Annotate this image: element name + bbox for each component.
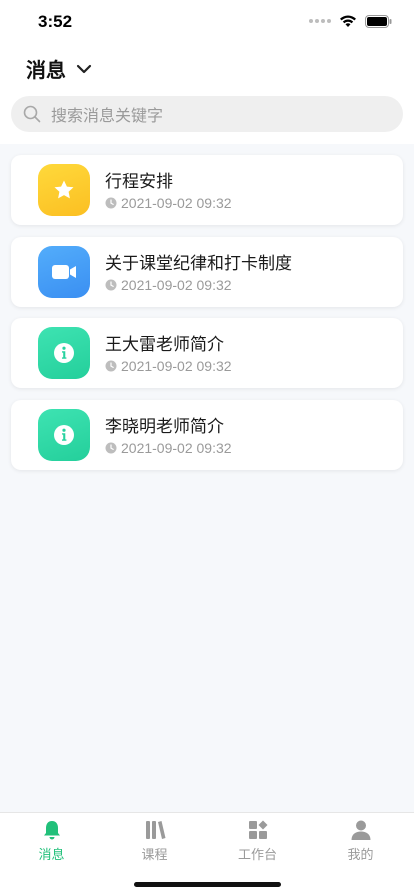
search-input[interactable]: 搜索消息关键字 — [51, 102, 163, 126]
message-title: 行程安排 — [105, 172, 173, 192]
message-card[interactable]: 关于课堂纪律和打卡制度 2021-09-02 09:32 — [11, 237, 403, 307]
status-bar: 3:52 — [0, 0, 414, 44]
clock-icon — [105, 360, 117, 372]
info-icon — [38, 409, 90, 461]
header-title-dropdown[interactable]: 消息 — [26, 54, 92, 83]
message-time: 2021-09-02 09:32 — [105, 358, 232, 374]
info-icon — [38, 327, 90, 379]
wifi-icon — [340, 15, 356, 27]
cellular-signal-icon — [309, 19, 331, 23]
tab-workbench[interactable]: 工作台 — [206, 819, 309, 869]
message-time-text: 2021-09-02 09:32 — [121, 358, 232, 374]
video-icon — [38, 246, 90, 298]
message-title: 李晓明老师简介 — [105, 417, 224, 437]
page-title: 消息 — [26, 58, 66, 82]
bell-icon — [43, 821, 60, 840]
message-time-text: 2021-09-02 09:32 — [121, 440, 232, 456]
status-icons — [309, 14, 392, 28]
message-time-text: 2021-09-02 09:32 — [121, 277, 232, 293]
tab-label: 我的 — [347, 848, 374, 863]
home-indicator — [134, 882, 281, 887]
tab-messages[interactable]: 消息 — [0, 819, 103, 869]
message-title: 王大雷老师简介 — [105, 335, 224, 355]
message-time: 2021-09-02 09:32 — [105, 195, 232, 211]
chevron-down-icon — [76, 64, 92, 73]
user-icon — [351, 820, 370, 840]
clock-icon — [105, 197, 117, 209]
workbench-icon — [248, 820, 267, 839]
message-time-text: 2021-09-02 09:32 — [121, 195, 232, 211]
tab-label: 工作台 — [237, 848, 277, 863]
search-icon — [23, 105, 41, 123]
clock-icon — [105, 442, 117, 454]
message-time: 2021-09-02 09:32 — [105, 277, 232, 293]
message-card[interactable]: 李晓明老师简介 2021-09-02 09:32 — [11, 400, 403, 470]
star-icon — [38, 164, 90, 216]
battery-icon — [365, 14, 392, 28]
message-title: 关于课堂纪律和打卡制度 — [105, 254, 292, 274]
books-icon — [145, 821, 165, 839]
message-time: 2021-09-02 09:32 — [105, 440, 232, 456]
tab-label: 消息 — [38, 848, 65, 863]
status-time: 3:52 — [38, 12, 73, 31]
tab-label: 课程 — [141, 848, 168, 863]
tab-courses[interactable]: 课程 — [103, 819, 206, 869]
tab-profile[interactable]: 我的 — [309, 819, 412, 869]
message-card[interactable]: 行程安排 2021-09-02 09:32 — [11, 155, 403, 225]
message-card[interactable]: 王大雷老师简介 2021-09-02 09:32 — [11, 318, 403, 388]
clock-icon — [105, 279, 117, 291]
search-bar[interactable]: 搜索消息关键字 — [11, 96, 403, 132]
